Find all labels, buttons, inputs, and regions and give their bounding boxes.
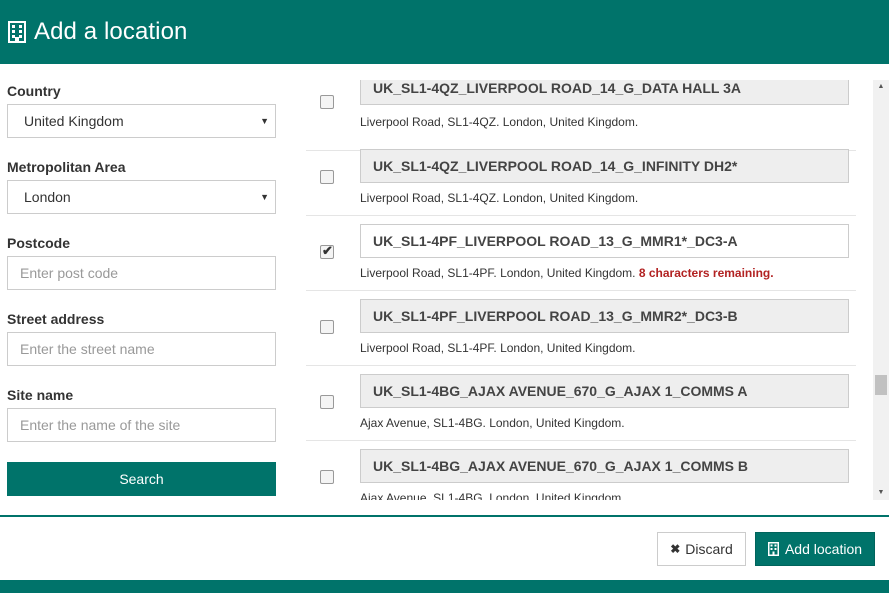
close-icon: ✖: [670, 542, 681, 556]
list-item: UK_SL1-4PF_LIVERPOOL ROAD_13_G_MMR2*_DC3…: [306, 291, 856, 366]
list-item: UK_SL1-4QZ_LIVERPOOL ROAD_14_G_INFINITY …: [306, 141, 856, 216]
footer-divider: [0, 515, 889, 517]
list-item: UK_SL1-4BG_AJAX AVENUE_670_G_AJAX 1_COMM…: [306, 441, 856, 500]
metro-area-select[interactable]: London ▼: [7, 180, 276, 214]
location-checkbox[interactable]: [320, 470, 334, 484]
location-checkbox[interactable]: [320, 170, 334, 184]
location-list[interactable]: UK_SL1-4QZ_LIVERPOOL ROAD_14_G_DATA HALL…: [306, 80, 872, 500]
country-select[interactable]: United Kingdom ▼: [7, 104, 276, 138]
location-name-input[interactable]: UK_SL1-4PF_LIVERPOOL ROAD_13_G_MMR1*_DC3…: [360, 224, 849, 258]
street-address-label: Street address: [7, 311, 105, 327]
location-name: UK_SL1-4QZ_LIVERPOOL ROAD_14_G_DATA HALL…: [360, 80, 849, 105]
search-button[interactable]: Search: [7, 462, 276, 496]
add-location-button[interactable]: Add location: [755, 532, 875, 566]
location-name: UK_SL1-4PF_LIVERPOOL ROAD_13_G_MMR2*_DC3…: [360, 299, 849, 333]
location-name: UK_SL1-4QZ_LIVERPOOL ROAD_14_G_INFINITY …: [360, 149, 849, 183]
location-checkbox[interactable]: [320, 320, 334, 334]
location-checkbox[interactable]: [320, 95, 334, 109]
location-address: Ajax Avenue, SL1-4BG. London, United Kin…: [360, 416, 625, 430]
bottom-bar: [0, 580, 889, 593]
metro-area-label: Metropolitan Area: [7, 159, 126, 175]
postcode-label: Postcode: [7, 235, 71, 251]
street-address-field: [7, 332, 276, 366]
character-count-warning: 8 characters remaining.: [638, 266, 774, 280]
building-icon: [767, 542, 779, 556]
location-checkbox[interactable]: [320, 395, 334, 409]
checkmark-icon: ✔: [322, 243, 333, 258]
street-address-input[interactable]: [20, 334, 275, 364]
filter-panel: Country United Kingdom ▼ Metropolitan Ar…: [7, 82, 276, 496]
dialog-title: Add a location: [34, 18, 188, 45]
building-icon: [8, 21, 26, 43]
site-name-input[interactable]: [20, 410, 275, 440]
caret-down-icon: ▼: [260, 116, 269, 126]
discard-button[interactable]: ✖ Discard: [657, 532, 746, 566]
location-address: Liverpool Road, SL1-4QZ. London, United …: [360, 191, 639, 205]
metro-area-value: London: [24, 189, 71, 205]
add-location-label: Add location: [784, 541, 863, 557]
postcode-input[interactable]: [20, 258, 275, 288]
location-address: Liverpool Road, SL1-4PF. London, United …: [360, 341, 636, 355]
postcode-field: [7, 256, 276, 290]
location-address: Liverpool Road, SL1-4QZ. London, United …: [360, 115, 639, 129]
list-item: ✔ UK_SL1-4PF_LIVERPOOL ROAD_13_G_MMR1*_D…: [306, 216, 856, 291]
caret-down-icon: ▼: [260, 192, 269, 202]
dialog-header: Add a location: [0, 0, 889, 64]
discard-label: Discard: [685, 541, 733, 557]
scroll-up-icon[interactable]: ▲: [873, 80, 889, 94]
site-name-field: [7, 408, 276, 442]
location-address: Liverpool Road, SL1-4PF. London, United …: [360, 266, 774, 280]
site-name-label: Site name: [7, 387, 74, 403]
list-item: UK_SL1-4BG_AJAX AVENUE_670_G_AJAX 1_COMM…: [306, 366, 856, 441]
location-address: Ajax Avenue, SL1-4BG. London, United Kin…: [360, 491, 625, 500]
location-checkbox[interactable]: ✔: [320, 243, 334, 259]
country-label: Country: [7, 83, 61, 99]
location-name: UK_SL1-4BG_AJAX AVENUE_670_G_AJAX 1_COMM…: [360, 374, 849, 408]
scrollbar-thumb[interactable]: [875, 375, 887, 395]
country-value: United Kingdom: [24, 113, 124, 129]
list-scrollbar[interactable]: ▲ ▼: [873, 80, 889, 500]
location-name: UK_SL1-4BG_AJAX AVENUE_670_G_AJAX 1_COMM…: [360, 449, 849, 483]
scroll-down-icon[interactable]: ▼: [873, 486, 889, 500]
